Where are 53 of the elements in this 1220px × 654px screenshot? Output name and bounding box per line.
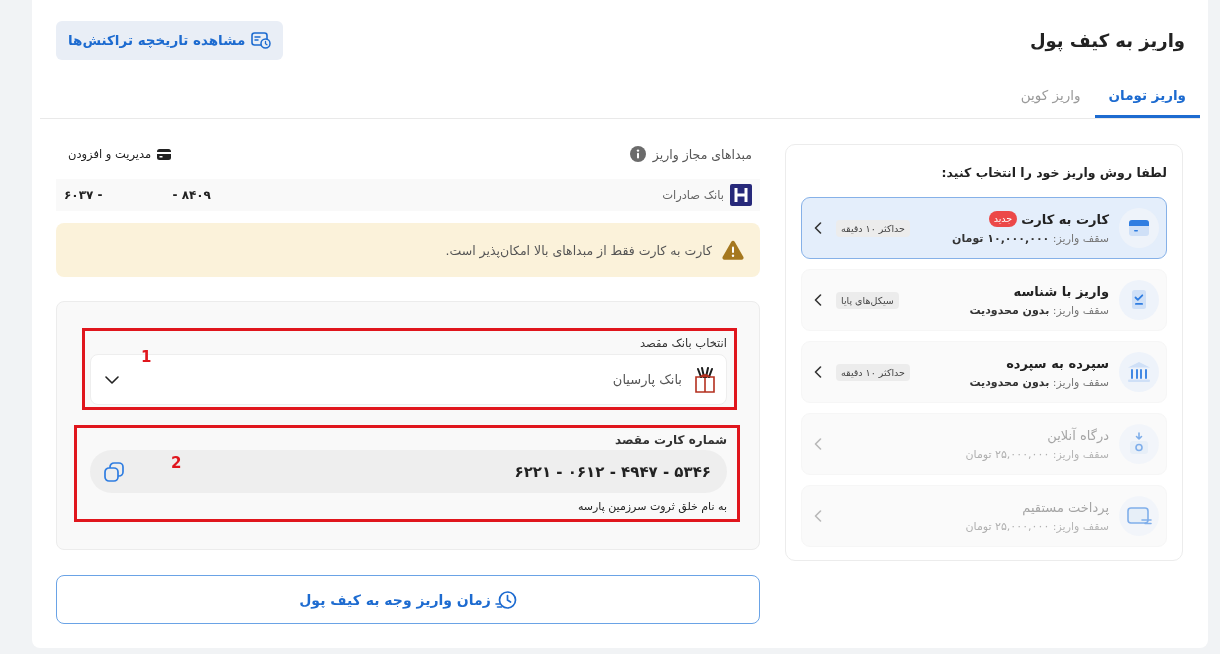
- document-check-icon: [1119, 280, 1159, 320]
- method-limit: سقف واریز: ۲۵,۰۰۰,۰۰۰ تومان: [964, 447, 1109, 461]
- deposit-time-button[interactable]: زمان واریز وجه به کیف پول: [56, 575, 760, 624]
- chevron-left-icon: [814, 366, 822, 378]
- history-icon: [251, 31, 272, 49]
- bank-name: بانک پارسیان: [612, 372, 682, 387]
- method-title: واریز با شناسه: [1013, 283, 1109, 299]
- method-limit: سقف واریز: ۲۵,۰۰۰,۰۰۰ تومان: [964, 519, 1109, 533]
- bank-building-icon: [1119, 352, 1159, 392]
- time-tag: حداکثر ۱۰ دقیقه: [836, 363, 910, 381]
- credit-card-icon: [1119, 208, 1159, 248]
- methods-title: لطفا روش واریز خود را انتخاب کنید:: [940, 164, 1167, 182]
- card-number-fragment: ۶۰۳۷ -: [64, 188, 103, 202]
- bank-logo-icon: [694, 366, 716, 393]
- card-icon: [157, 148, 172, 160]
- history-button[interactable]: مشاهده تاریخچه تراکنش‌ها: [56, 20, 284, 60]
- chevron-left-icon: [814, 222, 822, 234]
- card-number-fragment: - ۸۴۰۹: [172, 188, 211, 202]
- bank-logo-icon: [730, 184, 752, 206]
- info-icon[interactable]: [629, 146, 646, 162]
- chevron-left-icon: [814, 438, 822, 450]
- method-limit: سقف واریز: بدون محدودیت: [968, 375, 1109, 389]
- warning-icon: [722, 240, 744, 260]
- card-holder-name: به نام خلق ثروت سرزمین پارسه: [576, 499, 727, 515]
- card-number: ۶۲۲۱ - ۰۶۱۲ - ۴۹۴۷ - ۵۳۴۶: [514, 462, 711, 481]
- new-badge: جدید: [988, 211, 1018, 227]
- deposit-method-item[interactable]: واریز با شناسه سقف واریز: بدون محدودیت سیکل‌های پایا: [801, 269, 1167, 331]
- page-title: واریز به کیف پول: [1029, 29, 1185, 51]
- deposit-method-item[interactable]: سپرده به سپرده سقف واریز: بدون محدودیت حداکثر ۱۰ دقیقه: [801, 341, 1167, 403]
- time-tag: حداکثر ۱۰ دقیقه: [836, 219, 910, 237]
- sources-title: مبداهای مجاز واریز: [652, 146, 752, 162]
- tab[interactable]: واریز تومان: [1094, 72, 1200, 118]
- chevron-left-icon: [814, 510, 822, 522]
- method-limit: سقف واریز: ۱۰,۰۰۰,۰۰۰ تومان: [951, 232, 1109, 245]
- method-limit: سقف واریز: بدون محدودیت: [968, 303, 1109, 317]
- card-number-label: شماره کارت مقصد: [614, 432, 727, 448]
- method-title: کارت به کارت: [1021, 211, 1109, 227]
- method-title: سپرده به سپرده: [1006, 355, 1109, 371]
- chevron-down-icon: [105, 375, 119, 384]
- annotation-number: 2: [171, 454, 182, 472]
- copy-icon[interactable]: [104, 461, 124, 482]
- tab[interactable]: واریز کوین: [1006, 72, 1095, 118]
- time-tag: سیکل‌های پایا: [836, 291, 899, 309]
- bank-name: بانک صادرات: [662, 188, 724, 202]
- clock-icon: [494, 589, 517, 610]
- warning-text: کارت به کارت فقط از مبداهای بالا امکان‌پذیر است.: [445, 242, 712, 258]
- manage-link[interactable]: مدیریت و افزودن: [68, 147, 172, 161]
- chevron-left-icon: [814, 294, 822, 306]
- bank-select-label: انتخاب بانک مقصد: [638, 335, 727, 351]
- method-title: پرداخت مستقیم: [1022, 499, 1109, 515]
- deposit-method-item[interactable]: کارت به کارت جدید سقف واریز: ۱۰,۰۰۰,۰۰۰ تومان حداکثر ۱۰ دقیقه: [801, 197, 1167, 259]
- card-lines-icon: [1119, 496, 1159, 536]
- method-title: درگاه آنلاین: [1047, 427, 1109, 443]
